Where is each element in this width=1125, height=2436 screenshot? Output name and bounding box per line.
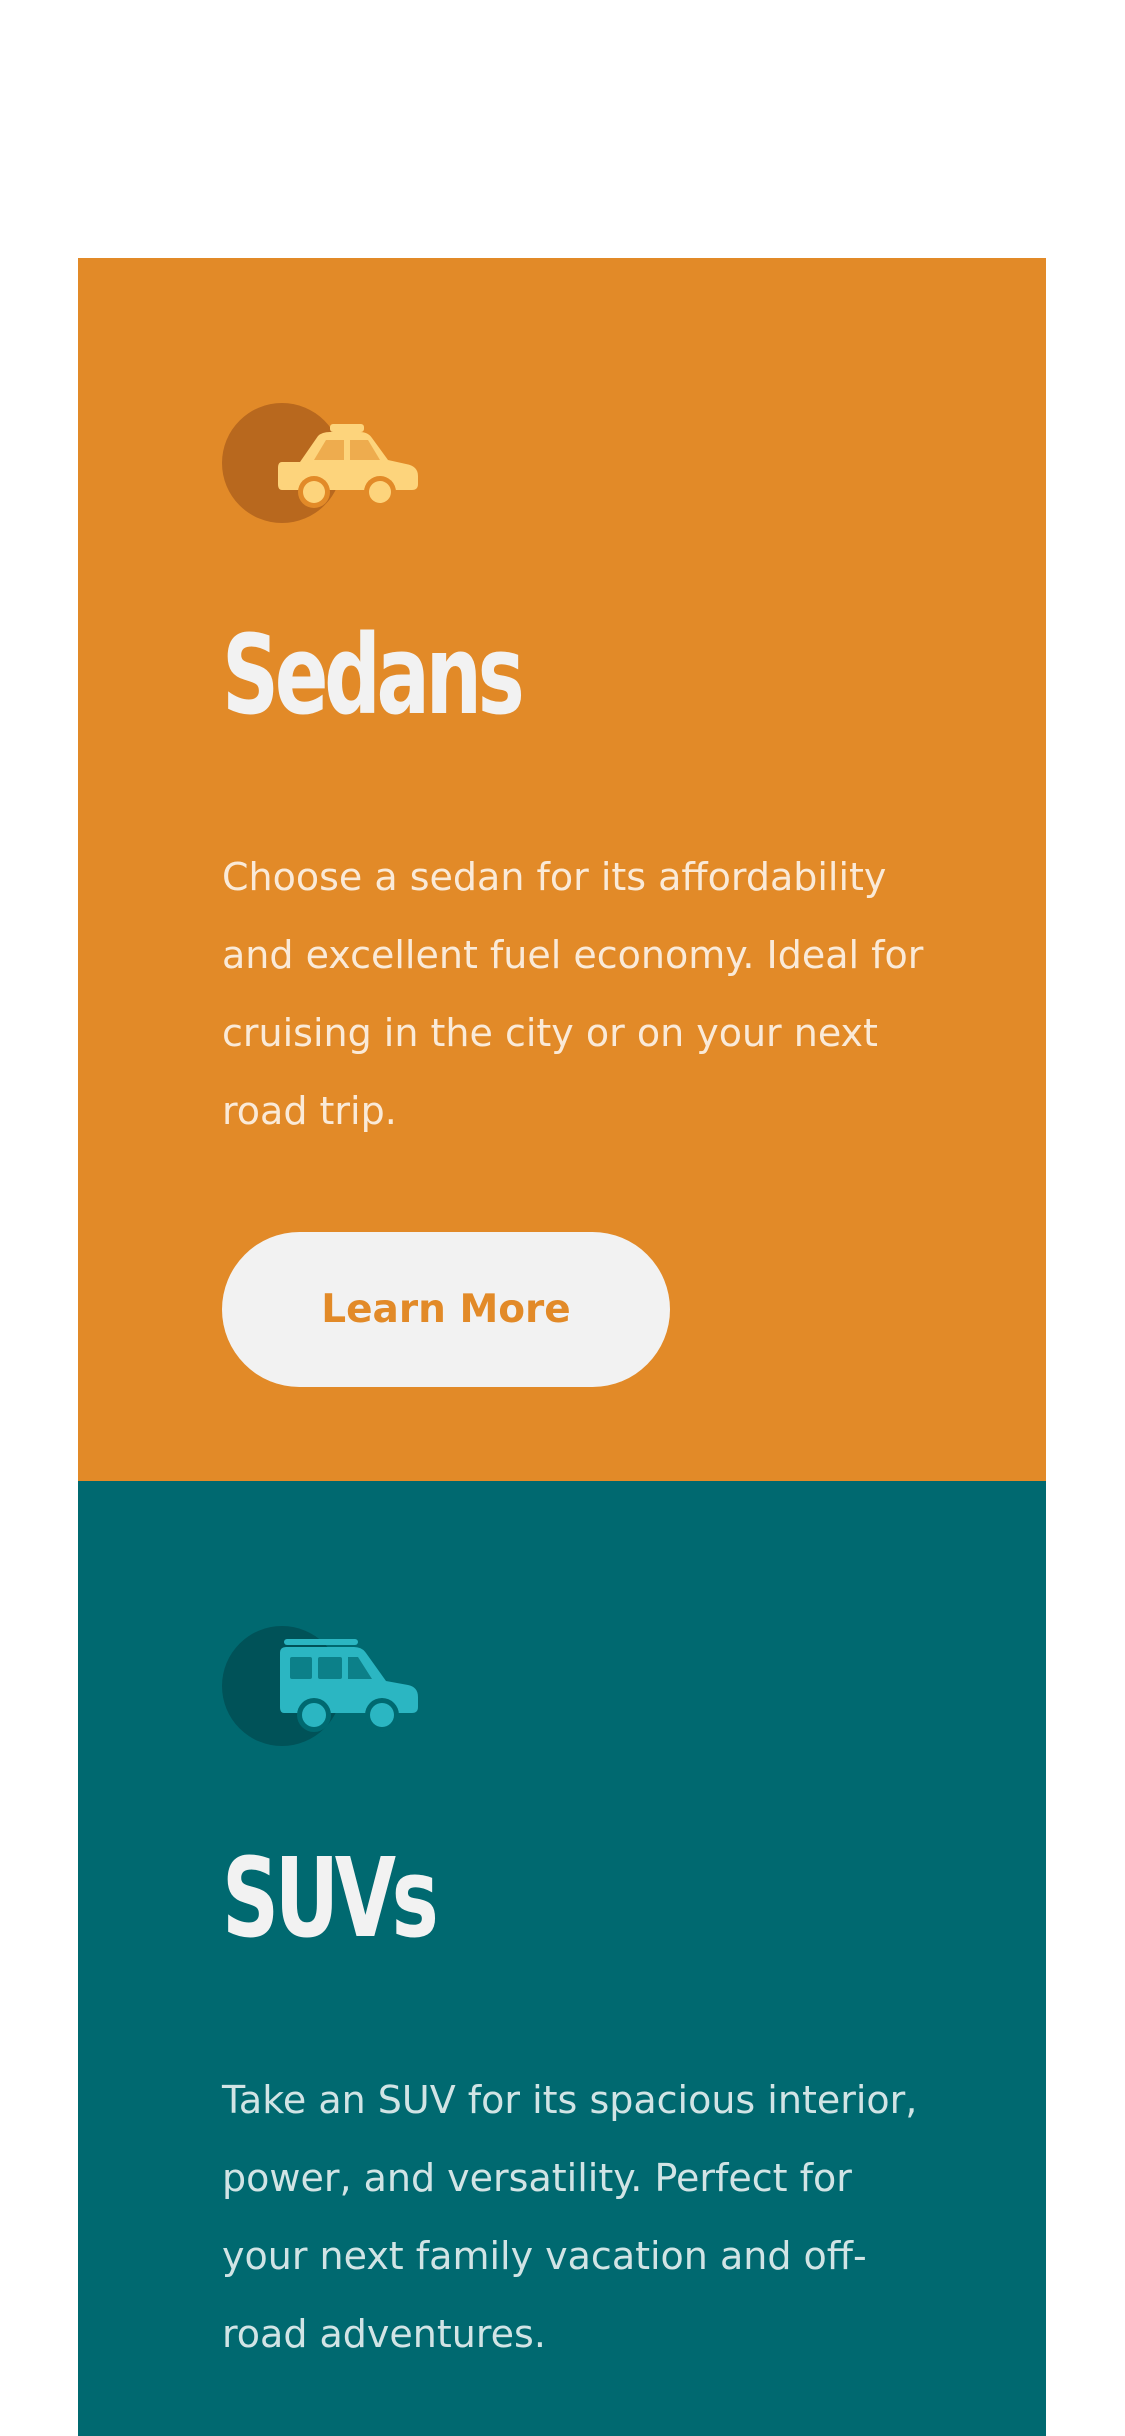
suvs-title: SUVs — [222, 1834, 439, 1962]
suvs-description: Take an SUV for its spacious interior, p… — [222, 2078, 918, 2356]
suv-car-icon — [222, 1625, 422, 1747]
suvs-card: SUVs Take an SUV for its spacious interi… — [78, 1481, 1046, 2436]
learn-more-button[interactable]: Learn More — [222, 1232, 670, 1387]
sedans-card: Sedans Choose a sedan for its affordabil… — [78, 258, 1046, 1481]
sedans-description: Choose a sedan for its affordability and… — [222, 855, 924, 1133]
sedan-car-icon — [222, 402, 422, 524]
page: Sedans Choose a sedan for its affordabil… — [0, 0, 1125, 2436]
sedans-title: Sedans — [222, 611, 525, 739]
